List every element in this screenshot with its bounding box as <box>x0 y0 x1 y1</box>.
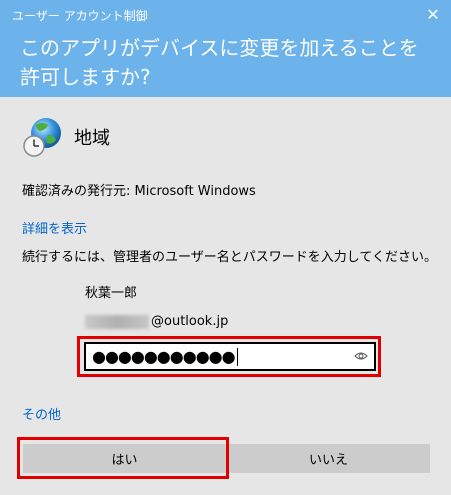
close-icon: ✕ <box>426 4 440 24</box>
more-options-link[interactable]: その他 <box>22 404 61 423</box>
window-title: ユーザー アカウント制御 <box>12 9 148 23</box>
uac-dialog: ユーザー アカウント制御 ✕ このアプリがデバイスに変更を加えることを許可します… <box>0 0 451 495</box>
app-name: 地域 <box>74 128 110 149</box>
app-info: 地域 <box>22 115 110 159</box>
text-caret <box>236 347 238 366</box>
dialog-header: ユーザー アカウント制御 ✕ このアプリがデバイスに変更を加えることを許可します… <box>0 0 451 97</box>
close-button[interactable]: ✕ <box>415 0 451 28</box>
show-details-link[interactable]: 詳細を表示 <box>22 218 87 237</box>
instructions-text: 続行するには、管理者のユーザー名とパスワードを入力してください。 <box>22 250 437 265</box>
publisher-text: 確認済みの発行元: Microsoft Windows <box>22 184 256 199</box>
username-label: 秋葉一郎 <box>85 286 138 301</box>
eye-icon[interactable] <box>354 351 368 361</box>
no-button[interactable]: いいえ <box>227 444 430 473</box>
blurred-email-user: nao_user000 <box>85 314 149 329</box>
password-dots: ●●●●●●●●●●● <box>92 347 236 366</box>
globe-clock-icon <box>23 118 61 157</box>
email-label: nao_user000 @outlook.jp <box>85 314 228 329</box>
yes-button-highlight-box <box>17 437 229 479</box>
password-input[interactable]: ●●●●●●●●●●● <box>84 342 376 371</box>
permission-question: このアプリがデバイスに変更を加えることを許可しますか? <box>20 36 419 89</box>
